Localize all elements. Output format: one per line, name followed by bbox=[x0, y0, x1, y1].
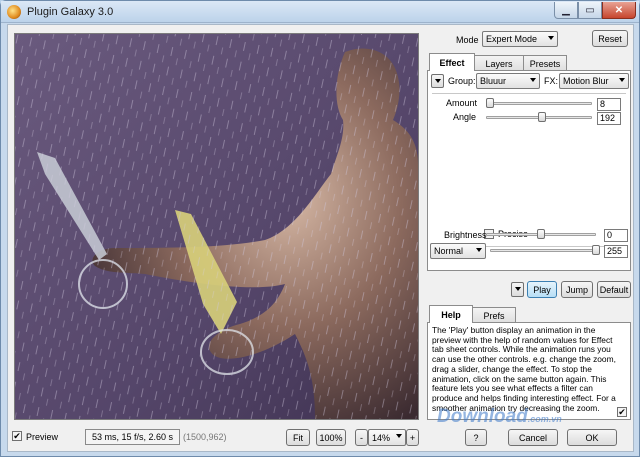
zoom-value: 14% bbox=[372, 432, 391, 443]
blend-slider-track[interactable] bbox=[490, 249, 596, 252]
brightness-input[interactable]: 0 bbox=[604, 229, 628, 242]
watermark-text: Download bbox=[437, 406, 528, 427]
fx-dropdown[interactable]: Motion Blur bbox=[559, 73, 629, 89]
cursor-coordinates: (1500,962) bbox=[183, 432, 227, 442]
dialog-client: Mode Expert Mode Reset Effect Layers Pre… bbox=[7, 24, 634, 452]
ok-button[interactable]: OK bbox=[567, 429, 617, 446]
default-button[interactable]: Default bbox=[597, 281, 631, 298]
play-button[interactable]: Play bbox=[527, 281, 557, 298]
fit-button[interactable]: Fit bbox=[286, 429, 310, 446]
mode-dropdown[interactable]: Expert Mode bbox=[482, 31, 558, 47]
divider bbox=[432, 93, 626, 94]
app-icon bbox=[7, 5, 21, 19]
chevron-down-icon bbox=[619, 78, 625, 82]
blend-mode-value: Normal bbox=[434, 246, 464, 256]
fx-label: FX: bbox=[544, 76, 559, 86]
zoom-in-button[interactable]: + bbox=[406, 429, 419, 446]
effect-tab-panel: Group: Bluuur FX: Motion Blur Amount 8 A… bbox=[427, 70, 631, 271]
plugin-galaxy-window: Plugin Galaxy 3.0 ▁ ▭ ✕ Mode Expert Mode… bbox=[0, 0, 640, 457]
help-text: The 'Play' button display an animation i… bbox=[432, 325, 616, 413]
minimize-button[interactable]: ▁ bbox=[554, 2, 578, 19]
reset-button[interactable]: Reset bbox=[592, 30, 628, 47]
zoom-out-button[interactable]: - bbox=[355, 429, 368, 446]
chevron-down-icon bbox=[530, 78, 536, 82]
group-dropdown[interactable]: Bluuur bbox=[476, 73, 540, 89]
cancel-button[interactable]: Cancel bbox=[508, 429, 558, 446]
effect-menu-button[interactable] bbox=[431, 74, 444, 88]
fx-value: Motion Blur bbox=[563, 76, 609, 86]
amount-label: Amount bbox=[446, 98, 478, 108]
preview-image[interactable] bbox=[14, 33, 419, 420]
preview-photo bbox=[15, 34, 418, 419]
brightness-slider-thumb[interactable] bbox=[537, 229, 545, 239]
tab-presets[interactable]: Presets bbox=[523, 55, 567, 71]
anim-menu-button[interactable] bbox=[511, 282, 524, 297]
timing-readout: 53 ms, 15 f/s, 2.60 s bbox=[85, 429, 180, 445]
jump-button[interactable]: Jump bbox=[561, 281, 593, 298]
watermark-suffix: .com.vn bbox=[527, 414, 562, 424]
tab-layers[interactable]: Layers bbox=[474, 55, 524, 71]
rain-overlay bbox=[15, 34, 418, 419]
amount-slider-track[interactable] bbox=[486, 102, 592, 105]
chevron-down-icon bbox=[476, 248, 482, 252]
brightness-label: Brightness bbox=[444, 230, 487, 240]
mode-value: Expert Mode bbox=[486, 34, 538, 44]
window-title: Plugin Galaxy 3.0 bbox=[27, 6, 114, 18]
group-label: Group: bbox=[448, 76, 476, 86]
zoom-dropdown[interactable]: 14% bbox=[368, 429, 406, 446]
zoom-100-button[interactable]: 100% bbox=[316, 429, 346, 446]
angle-input[interactable]: 192 bbox=[597, 112, 621, 125]
title-bar[interactable]: Plugin Galaxy 3.0 ▁ ▭ ✕ bbox=[1, 1, 639, 23]
panel-bottom bbox=[432, 271, 626, 272]
maximize-button[interactable]: ▭ bbox=[578, 2, 602, 19]
help-button[interactable]: ? bbox=[465, 429, 487, 446]
chevron-down-icon bbox=[396, 434, 402, 438]
angle-label: Angle bbox=[453, 112, 477, 122]
close-button[interactable]: ✕ bbox=[602, 2, 636, 19]
preview-label: Preview bbox=[26, 432, 59, 442]
mode-label: Mode bbox=[456, 35, 479, 45]
download-watermark: Download.com.vn bbox=[437, 406, 562, 428]
blend-amount-input[interactable]: 255 bbox=[604, 245, 628, 258]
preview-checkbox[interactable]: ✔ bbox=[12, 431, 22, 441]
help-checkbox[interactable]: ✔ bbox=[617, 407, 627, 417]
tab-effect[interactable]: Effect bbox=[429, 53, 475, 71]
angle-slider-thumb[interactable] bbox=[538, 112, 547, 122]
tab-prefs[interactable]: Prefs bbox=[472, 307, 516, 323]
blend-mode-dropdown[interactable]: Normal bbox=[430, 243, 486, 259]
group-value: Bluuur bbox=[480, 76, 507, 86]
amount-input[interactable]: 8 bbox=[597, 98, 621, 111]
amount-slider-thumb[interactable] bbox=[486, 98, 495, 108]
tab-help[interactable]: Help bbox=[429, 305, 473, 323]
chevron-down-icon bbox=[548, 36, 554, 40]
blend-slider-thumb[interactable] bbox=[592, 245, 600, 255]
